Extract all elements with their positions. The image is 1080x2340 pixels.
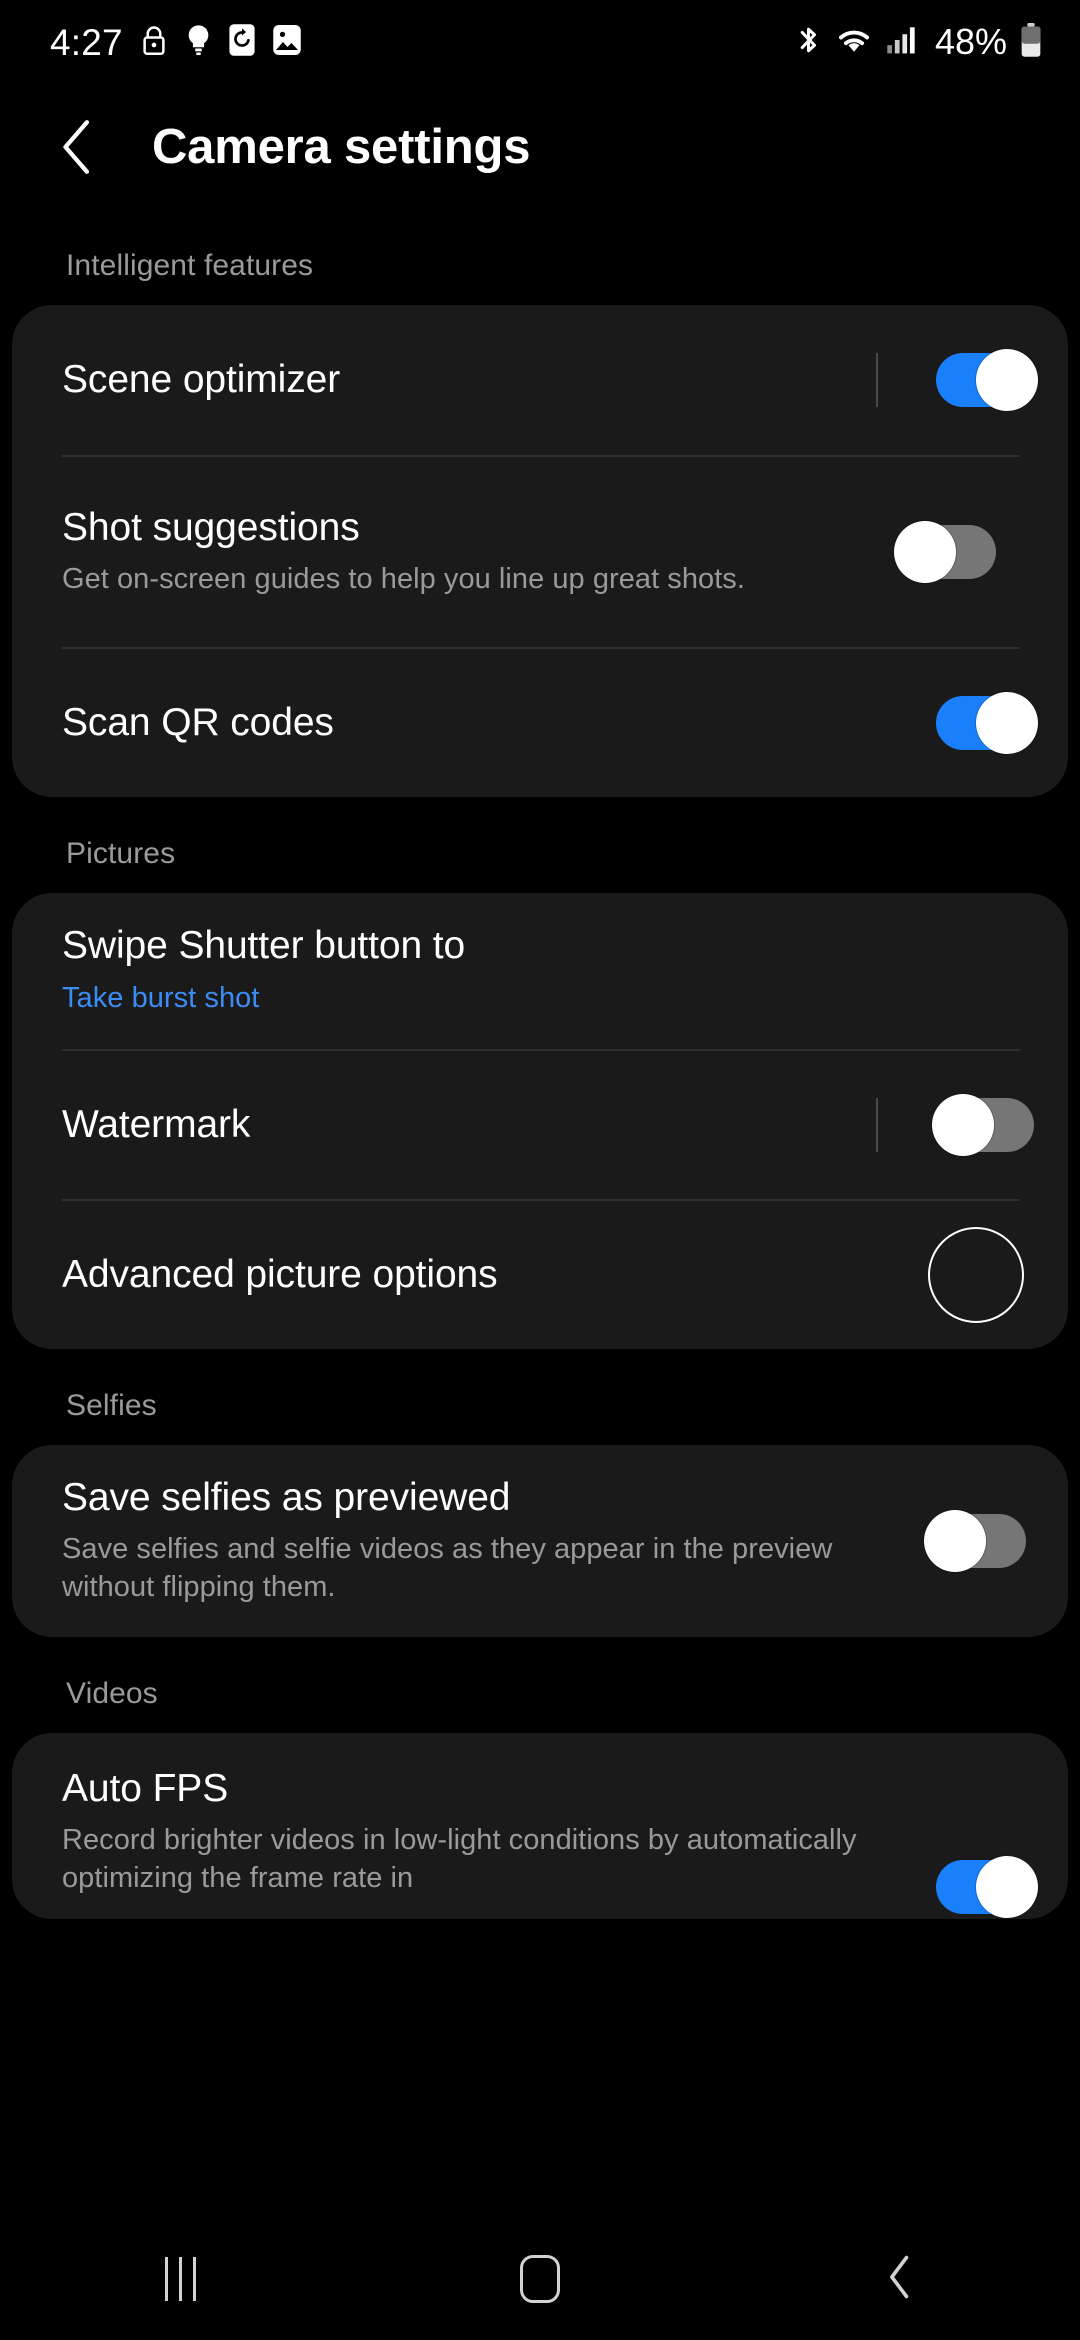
setting-title: Auto FPS — [62, 1767, 229, 1810]
setting-subtitle: Save selfies and selfie videos as they a… — [62, 1532, 833, 1603]
setting-title: Shot suggestions — [62, 506, 360, 550]
settings-list: Intelligent features Scene optimizer Sho… — [0, 209, 1080, 1919]
setting-row-texts: Shot suggestions Get on-screen guides to… — [62, 506, 846, 598]
settings-card-videos: Auto FPS Record brighter videos in low-l… — [12, 1733, 1068, 1919]
setting-row-texts: Swipe Shutter button to Take burst shot — [62, 924, 1034, 1017]
image-icon — [272, 23, 302, 62]
setting-row-scene-optimizer[interactable]: Scene optimizer — [12, 305, 1068, 455]
setting-title: Scene optimizer — [62, 358, 341, 402]
lock-icon — [139, 23, 169, 62]
setting-row-auto-fps[interactable]: Auto FPS Record brighter videos in low-l… — [12, 1733, 1068, 1919]
setting-row-swipe-shutter-button[interactable]: Swipe Shutter button to Take burst shot — [12, 893, 1068, 1049]
toggle-knob — [894, 521, 956, 583]
section-header-pictures: Pictures — [66, 837, 176, 870]
recents-icon — [164, 2257, 196, 2301]
back-button[interactable] — [825, 2218, 975, 2340]
toggle-knob — [976, 1856, 1038, 1918]
setting-row-texts: Advanced picture options — [62, 1253, 884, 1297]
setting-row-texts: Scan QR codes — [62, 701, 884, 745]
bluetooth-icon — [795, 23, 822, 62]
settings-card-selfies: Save selfies as previewed Save selfies a… — [12, 1445, 1068, 1637]
toggle-container — [884, 1856, 1038, 1918]
setting-row-texts: Watermark — [62, 1103, 884, 1147]
battery-percent: 48% — [934, 21, 1007, 62]
setting-title: Scan QR codes — [62, 701, 334, 745]
toggle-container — [876, 1094, 1034, 1156]
app-bar: Camera settings — [0, 84, 1080, 209]
battery-icon — [1020, 22, 1042, 63]
section-header-intelligent-features: Intelligent features — [66, 249, 314, 282]
back-chevron-icon[interactable] — [48, 118, 106, 176]
setting-row-texts: Save selfies as previewed Save selfies a… — [62, 1476, 876, 1606]
status-bar-left: 4:27 — [50, 23, 302, 62]
auto-fps-toggle[interactable] — [936, 1856, 1038, 1918]
toggle-separator — [876, 353, 878, 407]
setting-value: Take burst shot — [62, 981, 260, 1014]
status-bar-right: 48% — [795, 22, 1042, 63]
page-title: Camera settings — [152, 119, 531, 174]
setting-row-advanced-picture-options[interactable]: Advanced picture options — [12, 1201, 1068, 1349]
cellular-signal-icon — [886, 25, 918, 60]
setting-row-shot-suggestions[interactable]: Shot suggestions Get on-screen guides to… — [12, 457, 1068, 647]
setting-subtitle: Record brighter videos in low-light cond… — [62, 1823, 857, 1894]
toggle-container — [876, 349, 1038, 411]
setting-title: Advanced picture options — [62, 1253, 498, 1297]
toggle-container — [876, 1510, 1026, 1572]
scene-optimizer-toggle[interactable] — [936, 349, 1038, 411]
toggle-knob — [976, 349, 1038, 411]
toggle-knob — [976, 692, 1038, 754]
settings-card-intelligent-features: Scene optimizer Shot suggestions Get on-… — [12, 305, 1068, 797]
save-selfies-as-previewed-toggle[interactable] — [924, 1510, 1026, 1572]
toggle-knob — [924, 1510, 986, 1572]
watermark-toggle[interactable] — [932, 1094, 1034, 1156]
toggle-separator — [876, 1098, 878, 1152]
setting-row-texts: Auto FPS Record brighter videos in low-l… — [62, 1767, 884, 1897]
setting-title: Save selfies as previewed — [62, 1475, 511, 1519]
setting-title: Watermark — [62, 1103, 251, 1147]
toggle-knob — [932, 1094, 994, 1156]
home-button[interactable] — [465, 2218, 615, 2340]
setting-row-watermark[interactable]: Watermark — [12, 1051, 1068, 1199]
status-clock: 4:27 — [50, 21, 123, 63]
setting-row-scan-qr-codes[interactable]: Scan QR codes — [12, 649, 1068, 797]
setting-row-texts: Scene optimizer — [62, 358, 884, 402]
scan-qr-codes-toggle[interactable] — [936, 692, 1038, 754]
back-icon — [887, 2254, 913, 2305]
toggle-container — [846, 521, 996, 583]
home-icon — [520, 2255, 560, 2303]
toggle-container — [884, 692, 1038, 754]
settings-card-pictures: Swipe Shutter button to Take burst shot … — [12, 893, 1068, 1349]
section-header-selfies: Selfies — [66, 1389, 157, 1422]
status-bar: 4:27 48% — [0, 0, 1080, 84]
wifi-icon — [835, 25, 873, 60]
shot-suggestions-toggle[interactable] — [894, 521, 996, 583]
alarm-reset-icon — [228, 23, 256, 62]
recents-button[interactable] — [105, 2218, 255, 2340]
setting-title: Swipe Shutter button to — [62, 924, 466, 968]
ripple-container — [884, 1227, 1034, 1323]
touch-ripple-indicator — [928, 1227, 1024, 1323]
setting-row-save-selfies-as-previewed[interactable]: Save selfies as previewed Save selfies a… — [12, 1445, 1068, 1637]
section-header-videos: Videos — [66, 1677, 158, 1710]
setting-subtitle: Get on-screen guides to help you line up… — [62, 562, 745, 595]
system-navigation-bar — [0, 2218, 1080, 2340]
lightbulb-icon — [185, 23, 212, 62]
